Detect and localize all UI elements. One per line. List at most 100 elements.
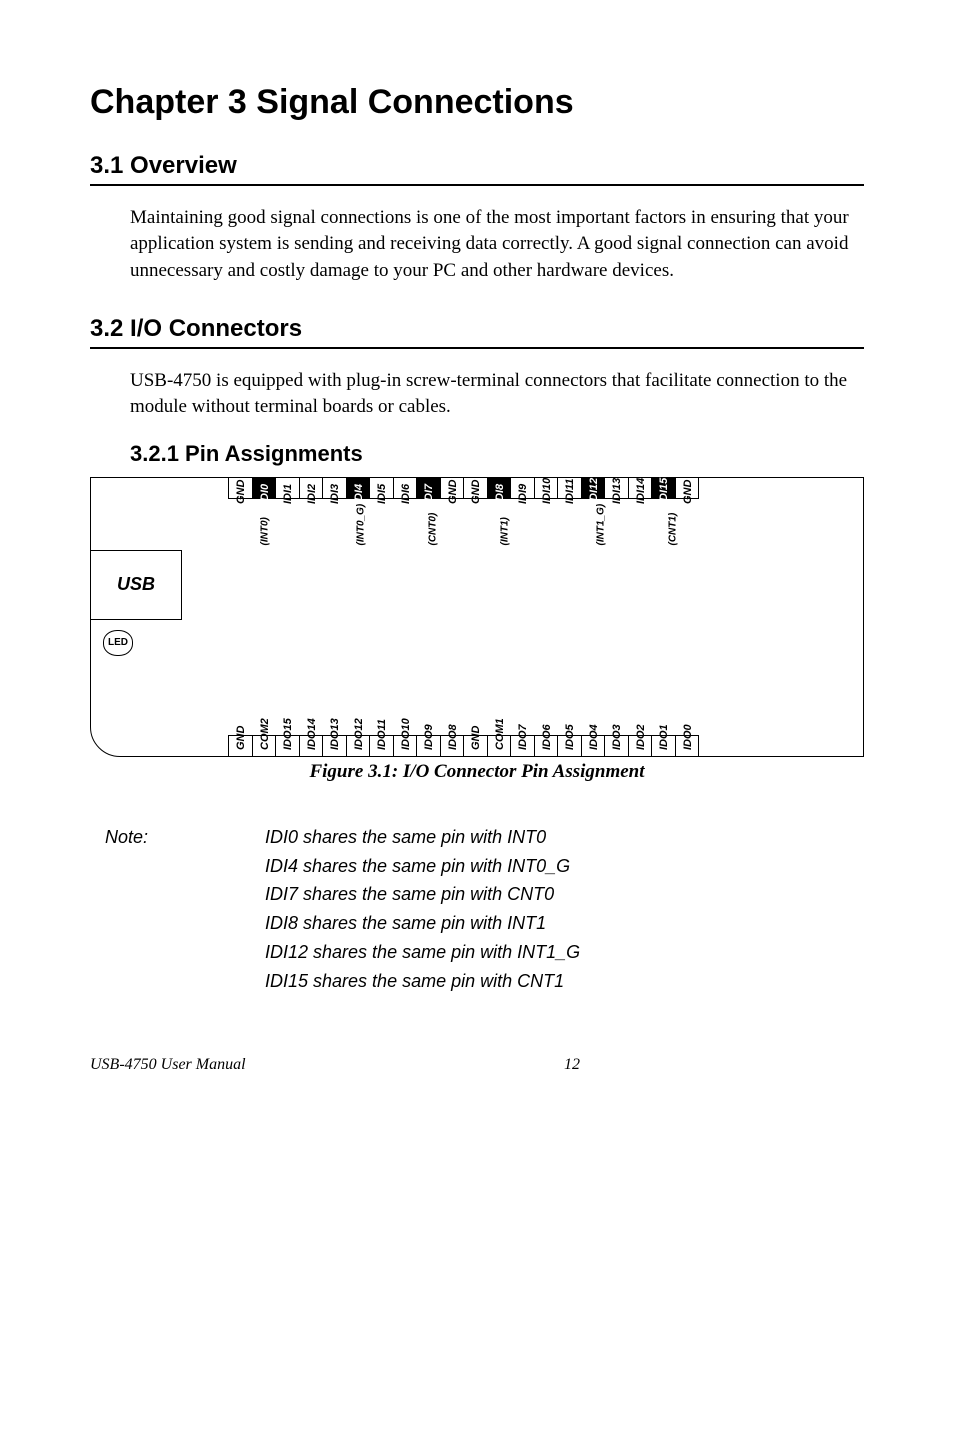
bracket-slot-8: (CNT0) [428,521,439,545]
top-terminal-6: IDI5 [369,477,394,499]
top-terminal-14: IDI11 [557,477,582,499]
top-terminal-3: IDI2 [299,477,324,499]
bottom-terminal-2: IDO15 [275,735,300,757]
top-terminal-label-11: IDI8 [494,484,506,504]
footer-manual-title: USB-4750 User Manual [90,1056,564,1074]
bracket-labels-row: (INT0)(INT0_G)(CNT0)(INT1)(INT1_G)(CNT1) [229,528,709,539]
bottom-terminal-label-2: IDO15 [282,730,294,750]
bracket-slot-15: (INT1_G) [596,521,607,545]
bracket-slot-12 [524,521,535,545]
top-terminal-0: GND [228,477,253,499]
bottom-terminal-label-18: IDO1 [658,730,670,750]
bracket-slot-7 [404,521,415,545]
bracket-slot-5: (INT0_G) [356,521,367,545]
top-terminal-19: GND [675,477,700,499]
bracket-slot-11: (INT1) [500,521,511,545]
top-terminal-label-1: IDI0 [259,484,271,504]
top-terminal-label-13: IDI10 [541,484,553,504]
bracket-slot-3 [308,521,319,545]
bracket-slot-1: (INT0) [260,521,271,545]
bottom-terminal-1: COM2 [252,735,277,757]
bottom-terminal-19: IDO0 [675,735,700,757]
chapter-title: Chapter 3 Signal Connections [90,83,864,122]
top-terminal-label-12: IDI9 [517,484,529,504]
top-terminal-label-18: IDI15 [658,484,670,504]
led-indicator: LED [103,630,133,656]
section-32-heading: 3.2 I/O Connectors [90,315,864,349]
bottom-terminal-label-4: IDO13 [329,730,341,750]
bottom-terminal-label-1: COM2 [259,730,271,750]
top-terminal-2: IDI1 [275,477,300,499]
bottom-terminal-17: IDO2 [628,735,653,757]
top-terminal-label-15: IDI12 [588,484,600,504]
bracket-slot-0 [236,521,247,545]
note-line-1: IDI4 shares the same pin with INT0_G [265,852,580,881]
bottom-terminal-label-13: IDO6 [541,730,553,750]
bottom-terminal-label-10: GND [470,730,482,750]
bottom-terminal-label-14: IDO5 [564,730,576,750]
bottom-terminal-6: IDO11 [369,735,394,757]
bottom-terminal-0: GND [228,735,253,757]
bottom-terminal-label-12: IDO7 [517,730,529,750]
figure-caption: Figure 3.1: I/O Connector Pin Assignment [90,761,864,783]
top-terminal-label-2: IDI1 [282,484,294,504]
top-terminal-12: IDI9 [510,477,535,499]
top-terminal-15: IDI12 [581,477,606,499]
bottom-terminal-label-15: IDO4 [588,730,600,750]
note-line-0: IDI0 shares the same pin with INT0 [265,823,580,852]
top-terminal-1: IDI0 [252,477,277,499]
bottom-terminal-8: IDO9 [416,735,441,757]
connector-diagram: USB LED GNDIDI0IDI1IDI2IDI3IDI4IDI5IDI6I… [90,477,864,757]
bracket-slot-18: (CNT1) [668,521,679,545]
bracket-slot-9 [452,521,463,545]
bottom-terminal-label-17: IDO2 [635,730,647,750]
note-line-5: IDI15 shares the same pin with CNT1 [265,967,580,996]
bottom-terminal-14: IDO5 [557,735,582,757]
bottom-terminal-13: IDO6 [534,735,559,757]
top-terminal-9: GND [440,477,465,499]
bottom-terminal-11: COM1 [487,735,512,757]
top-terminal-18: IDI15 [651,477,676,499]
bottom-terminal-label-8: IDO9 [423,730,435,750]
note-line-2: IDI7 shares the same pin with CNT0 [265,880,580,909]
bracket-slot-10 [476,521,487,545]
note-line-3: IDI8 shares the same pin with INT1 [265,909,580,938]
note-section: Note: IDI0 shares the same pin with INT0… [90,823,864,996]
top-terminal-7: IDI6 [393,477,418,499]
bottom-terminal-label-6: IDO11 [376,730,388,750]
bracket-slot-16 [620,521,631,545]
top-terminal-label-8: IDI7 [423,484,435,504]
note-label: Note: [90,823,265,996]
bottom-terminal-3: IDO14 [299,735,324,757]
section-31-body: Maintaining good signal connections is o… [130,205,864,285]
top-terminal-label-7: IDI6 [400,484,412,504]
section-31-heading: 3.1 Overview [90,152,864,186]
note-line-4: IDI12 shares the same pin with INT1_G [265,938,580,967]
bottom-terminal-15: IDO4 [581,735,606,757]
top-terminal-label-6: IDI5 [376,484,388,504]
top-terminal-10: GND [463,477,488,499]
connector-figure: USB LED GNDIDI0IDI1IDI2IDI3IDI4IDI5IDI6I… [90,477,864,783]
bottom-terminal-label-16: IDO3 [611,730,623,750]
bottom-terminal-18: IDO1 [651,735,676,757]
top-terminal-label-0: GND [235,484,247,504]
top-terminal-4: IDI3 [322,477,347,499]
top-terminal-label-19: GND [682,484,694,504]
top-terminal-label-3: IDI2 [306,484,318,504]
bottom-terminal-label-7: IDO10 [400,730,412,750]
top-terminal-17: IDI14 [628,477,653,499]
bottom-terminal-7: IDO10 [393,735,418,757]
top-terminal-label-16: IDI13 [611,484,623,504]
bottom-terminal-12: IDO7 [510,735,535,757]
top-terminal-label-5: IDI4 [353,484,365,504]
page-footer: USB-4750 User Manual 12 [90,1056,864,1074]
bottom-terminal-9: IDO8 [440,735,465,757]
bottom-terminal-10: GND [463,735,488,757]
note-content: IDI0 shares the same pin with INT0IDI4 s… [265,823,580,996]
bottom-terminal-strip: GNDCOM2IDO15IDO14IDO13IDO12IDO11IDO10IDO… [229,735,699,757]
top-terminal-16: IDI13 [604,477,629,499]
bracket-slot-6 [380,521,391,545]
top-terminal-label-4: IDI3 [329,484,341,504]
bracket-slot-14 [572,521,583,545]
usb-port-label: USB [91,550,182,620]
